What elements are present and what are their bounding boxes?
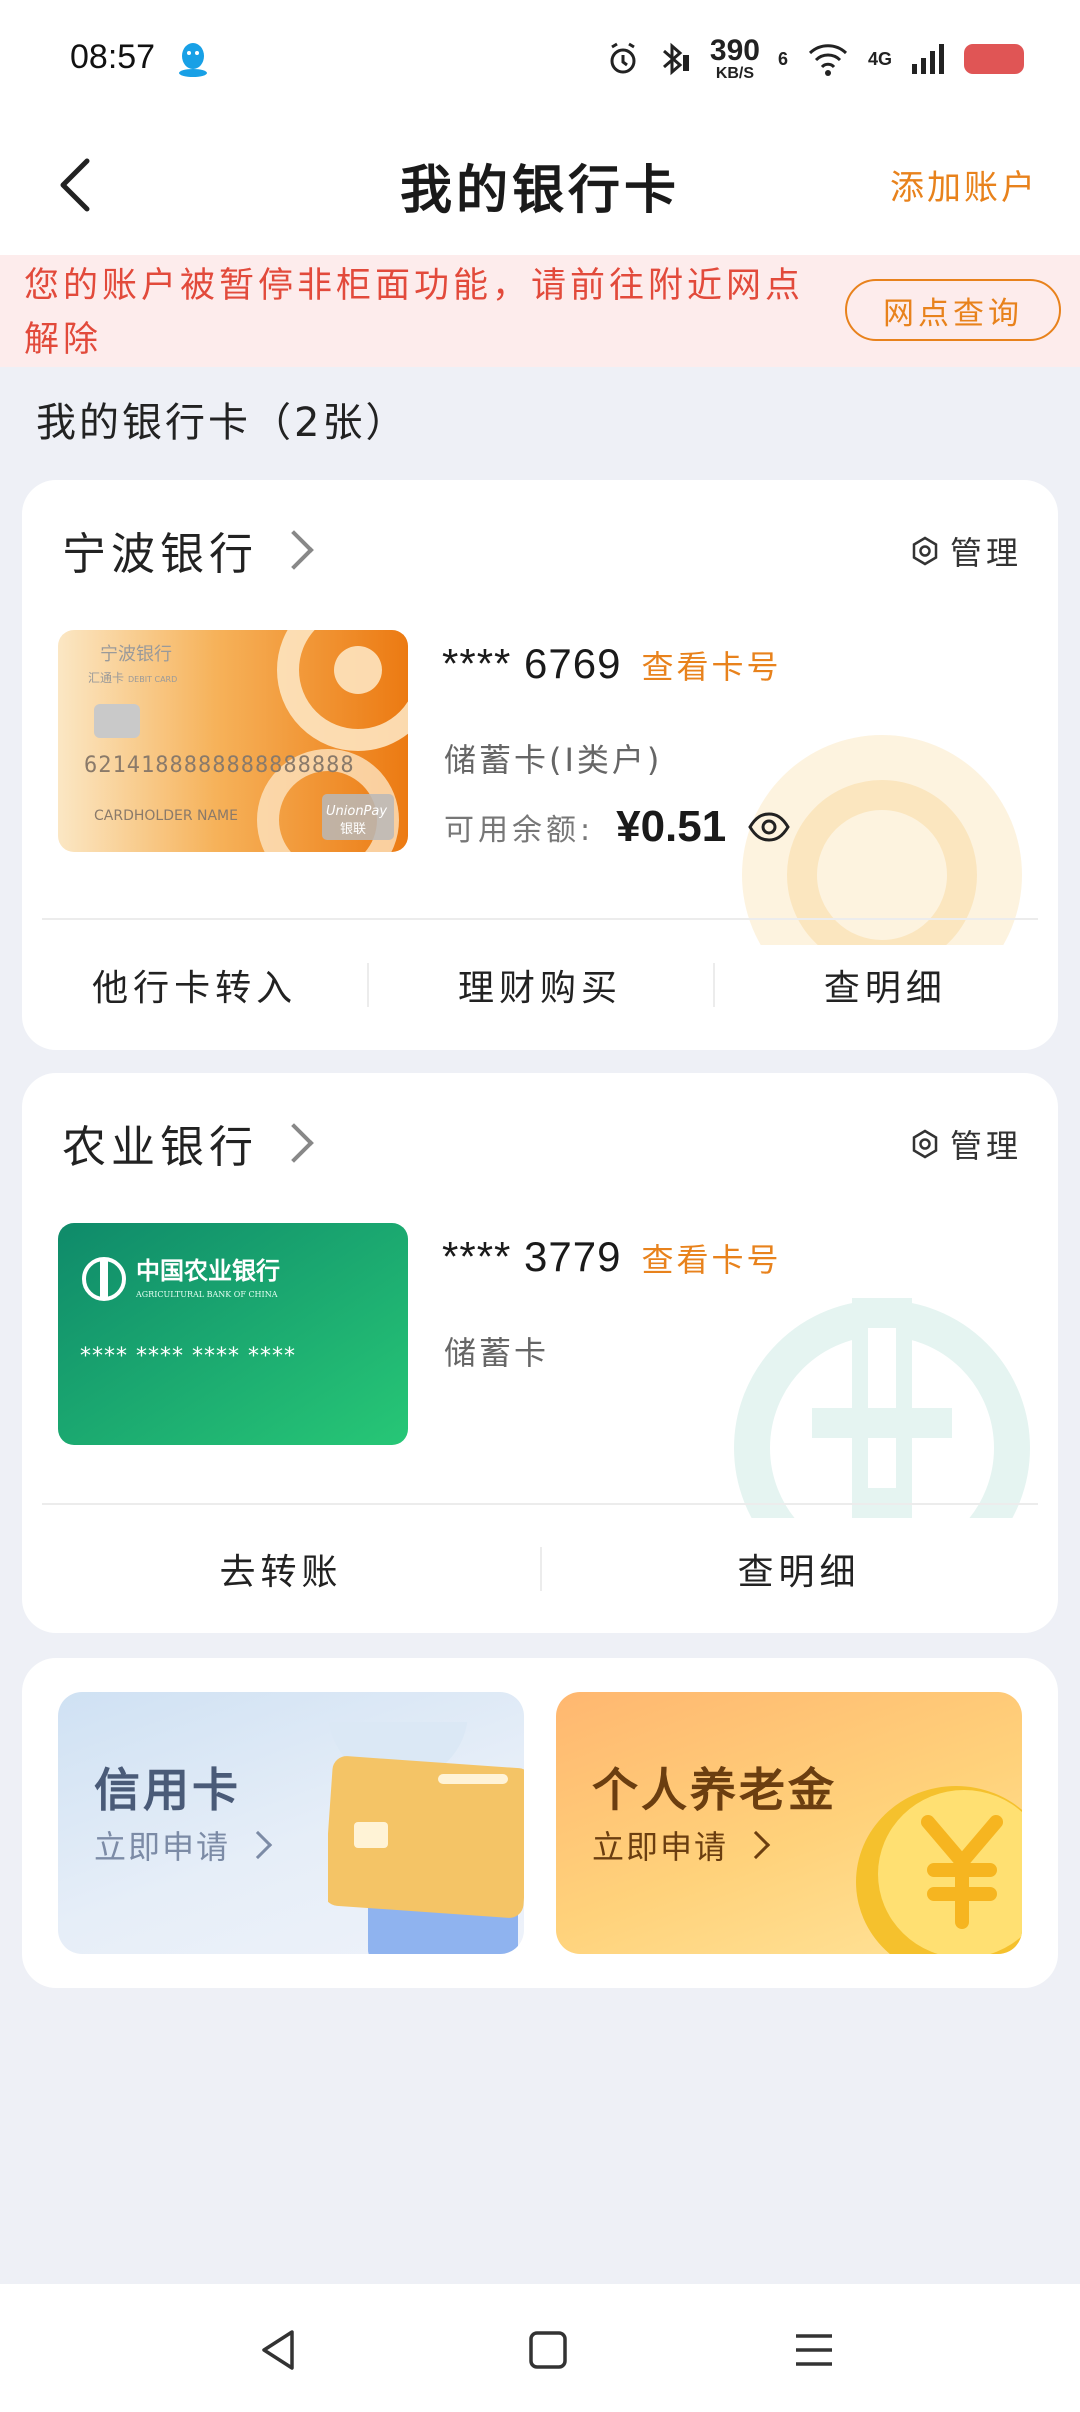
nav-home-button[interactable] xyxy=(518,2320,578,2380)
card-type: 储蓄卡 xyxy=(444,1334,550,1372)
apply-now-link[interactable]: 立即申请 xyxy=(94,1822,273,1868)
chevron-right-icon xyxy=(274,1123,314,1163)
card-network-cn: 银联 xyxy=(340,822,366,837)
manage-button[interactable]: 管理 xyxy=(910,528,1022,574)
card-actions: 去转账 查明细 xyxy=(22,1505,1058,1633)
go-transfer-button[interactable]: 去转账 xyxy=(22,1543,540,1595)
view-card-number-link[interactable]: 查看卡号 xyxy=(641,1235,781,1281)
wealth-purchase-button[interactable]: 理财购买 xyxy=(367,959,712,1011)
card-product-en: DEBIT CARD xyxy=(128,675,177,684)
status-icons: 390 KB/S 6 4G xyxy=(608,34,1024,84)
masked-card-number: **** 6769 xyxy=(442,640,622,687)
promo-section: 信用卡 立即申请 个人养老金 立即申请 xyxy=(22,1658,1058,1988)
card-product: 汇通卡 xyxy=(88,671,124,685)
masked-card-number-row: **** 6769 查看卡号 xyxy=(442,640,782,688)
bank-name-link[interactable]: 农业银行 xyxy=(62,1111,314,1175)
bluetooth-icon xyxy=(662,42,689,76)
status-time: 08:57 xyxy=(70,38,156,76)
bank-name-link[interactable]: 宁波银行 xyxy=(62,518,314,582)
manage-button[interactable]: 管理 xyxy=(910,1121,1022,1167)
yuan-coin-icon xyxy=(856,1786,1022,1954)
wifi-icon xyxy=(808,44,848,76)
balance-row: 可用余额: ¥0.51 xyxy=(444,802,790,852)
signal-type: 4G xyxy=(867,48,892,69)
abc-card-bank-name: 中国农业银行 xyxy=(136,1256,280,1285)
network-speed: 390 KB/S xyxy=(709,34,760,82)
abc-card-image[interactable]: 中国农业银行 AGRICULTURAL BANK OF CHINA **** *… xyxy=(58,1223,408,1445)
masked-card-number: **** 3779 xyxy=(442,1233,622,1280)
view-details-button[interactable]: 查明细 xyxy=(712,959,1058,1011)
abc-watermark-icon xyxy=(734,1298,1030,1518)
status-bar: 08:57 390 KB/S 6 4G xyxy=(0,0,1080,120)
transfer-in-button[interactable]: 他行卡转入 xyxy=(22,959,367,1011)
view-details-button[interactable]: 查明细 xyxy=(540,1543,1058,1595)
title-bar: 我的银行卡 添加账户 xyxy=(0,120,1080,255)
system-nav-bar xyxy=(0,2284,1080,2412)
chevron-right-icon xyxy=(243,1830,273,1860)
promo-title: 个人养老金 xyxy=(592,1763,837,1817)
bank-card-ningbo: 宁波银行 管理 宁波银行 汇通卡 DEBIT CARD 621418888888… xyxy=(22,480,1058,1050)
account-suspended-notice: 您的账户被暂停非柜面功能，请前往附近网点解除 网点查询 xyxy=(0,255,1080,367)
pension-promo[interactable]: 个人养老金 立即申请 xyxy=(556,1692,1022,1954)
section-title: 我的银行卡（2张） xyxy=(36,400,409,446)
signal-icon xyxy=(912,44,944,74)
notice-text: 您的账户被暂停非柜面功能，请前往附近网点解除 xyxy=(24,266,805,360)
card-network: UnionPay xyxy=(326,804,387,819)
add-account-button[interactable]: 添加账户 xyxy=(890,160,1038,209)
nav-menu-button[interactable] xyxy=(784,2320,844,2380)
gear-icon xyxy=(912,536,938,566)
masked-card-number-row: **** 3779 查看卡号 xyxy=(442,1233,782,1281)
qq-icon xyxy=(179,43,207,77)
view-card-number-link[interactable]: 查看卡号 xyxy=(641,642,781,688)
nav-home-icon xyxy=(529,2331,567,2369)
bank-card-abc: 农业银行 管理 中国农业银行 AGRICULTURAL BANK OF CHIN… xyxy=(22,1073,1058,1633)
abc-card-number: **** **** **** **** xyxy=(80,1344,296,1369)
branch-lookup-button[interactable]: 网点查询 xyxy=(845,279,1061,341)
card-holder: CARDHOLDER NAME xyxy=(94,808,238,824)
chevron-right-icon xyxy=(741,1830,771,1860)
abc-card-bank-name-en: AGRICULTURAL BANK OF CHINA xyxy=(135,1290,278,1299)
nav-back-icon xyxy=(262,2330,294,2370)
battery-icon xyxy=(964,44,1024,74)
ningbo-card-art: 宁波银行 汇通卡 DEBIT CARD 6214188888888888888 … xyxy=(58,630,408,852)
card-type: 储蓄卡(Ⅰ类户) xyxy=(444,741,663,779)
eye-icon[interactable] xyxy=(748,812,790,842)
card-bank-name: 宁波银行 xyxy=(100,644,172,665)
nav-back-button[interactable] xyxy=(248,2320,308,2380)
abc-card-art: 中国农业银行 AGRICULTURAL BANK OF CHINA **** *… xyxy=(58,1223,408,1445)
card-number-art: 6214188888888888888 xyxy=(84,753,355,778)
ningbo-card-image[interactable]: 宁波银行 汇通卡 DEBIT CARD 6214188888888888888 … xyxy=(58,630,408,852)
gear-icon xyxy=(912,1129,938,1159)
sim-index: 6 xyxy=(777,48,788,69)
promo-title: 信用卡 xyxy=(94,1763,241,1817)
alarm-icon xyxy=(610,42,636,74)
nav-menu-icon xyxy=(796,2334,832,2366)
credit-card-promo[interactable]: 信用卡 立即申请 xyxy=(58,1692,524,1954)
chevron-right-icon xyxy=(274,530,314,570)
bank-name: 宁波银行 xyxy=(62,529,258,580)
credit-card-illustration-icon xyxy=(328,1722,524,1954)
card-actions: 他行卡转入 理财购买 查明细 xyxy=(22,920,1058,1050)
balance-value: ¥0.51 xyxy=(616,802,727,851)
apply-now-link[interactable]: 立即申请 xyxy=(592,1822,771,1868)
balance-label: 可用余额: xyxy=(444,813,595,848)
bank-name: 农业银行 xyxy=(62,1122,258,1173)
